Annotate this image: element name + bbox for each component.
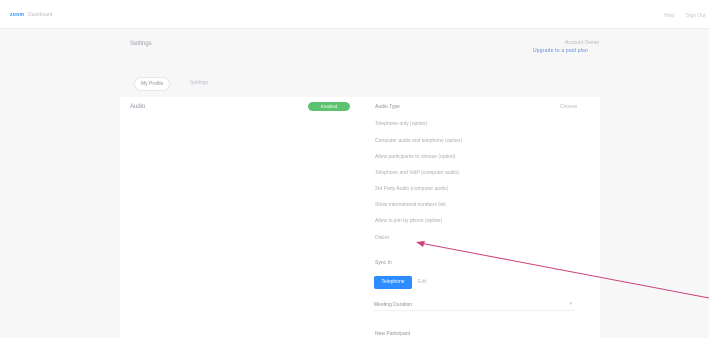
duration-select[interactable]: Meeting Duration ▾ xyxy=(374,300,574,311)
enabled-badge[interactable]: Enabled xyxy=(308,102,350,111)
option-item[interactable]: Telephone and VoIP (computer audio) xyxy=(375,170,459,176)
telephone-button[interactable]: Telephone xyxy=(374,276,412,289)
edit-button[interactable]: Edit xyxy=(418,279,427,285)
account-status-label: Account Owner xyxy=(565,40,600,46)
top-bar: zoom Dashboard Help Sign Out xyxy=(0,0,709,29)
topbar-link-help[interactable]: Help xyxy=(664,13,674,19)
page-title: Settings xyxy=(130,41,152,47)
option-item[interactable]: Telephone only (option) xyxy=(375,121,427,127)
option-item[interactable]: Show international numbers link xyxy=(375,202,446,208)
topbar-link-signout[interactable]: Sign Out xyxy=(686,13,705,19)
new-participant-title: New Participant xyxy=(375,331,411,337)
upgrade-link[interactable]: Upgrade to a paid plan xyxy=(533,48,588,54)
chevron-down-icon: ▾ xyxy=(569,301,572,307)
audio-row-label: Audio xyxy=(130,104,146,110)
option-item[interactable]: Computer audio and telephone (option) xyxy=(375,138,462,144)
dial-in-item[interactable]: Dial-in xyxy=(375,235,389,241)
section-action-link[interactable]: Choose xyxy=(560,104,577,110)
option-item[interactable]: Allow to join by phone (option) xyxy=(375,218,442,224)
select-value: Meeting Duration xyxy=(374,302,413,308)
audio-sync-label: Sync In xyxy=(375,260,392,266)
option-item[interactable]: 3rd Party Audio (computer audio) xyxy=(375,186,448,192)
tab-profile[interactable]: My Profile xyxy=(134,77,171,91)
zoom-logo[interactable]: zoom xyxy=(10,12,24,18)
topbar-subtitle[interactable]: Dashboard xyxy=(28,12,52,18)
option-item[interactable]: Allow participants to choose (option) xyxy=(375,154,455,160)
section-title: Audio Type xyxy=(375,104,400,110)
tab-settings[interactable]: Settings xyxy=(184,77,214,89)
